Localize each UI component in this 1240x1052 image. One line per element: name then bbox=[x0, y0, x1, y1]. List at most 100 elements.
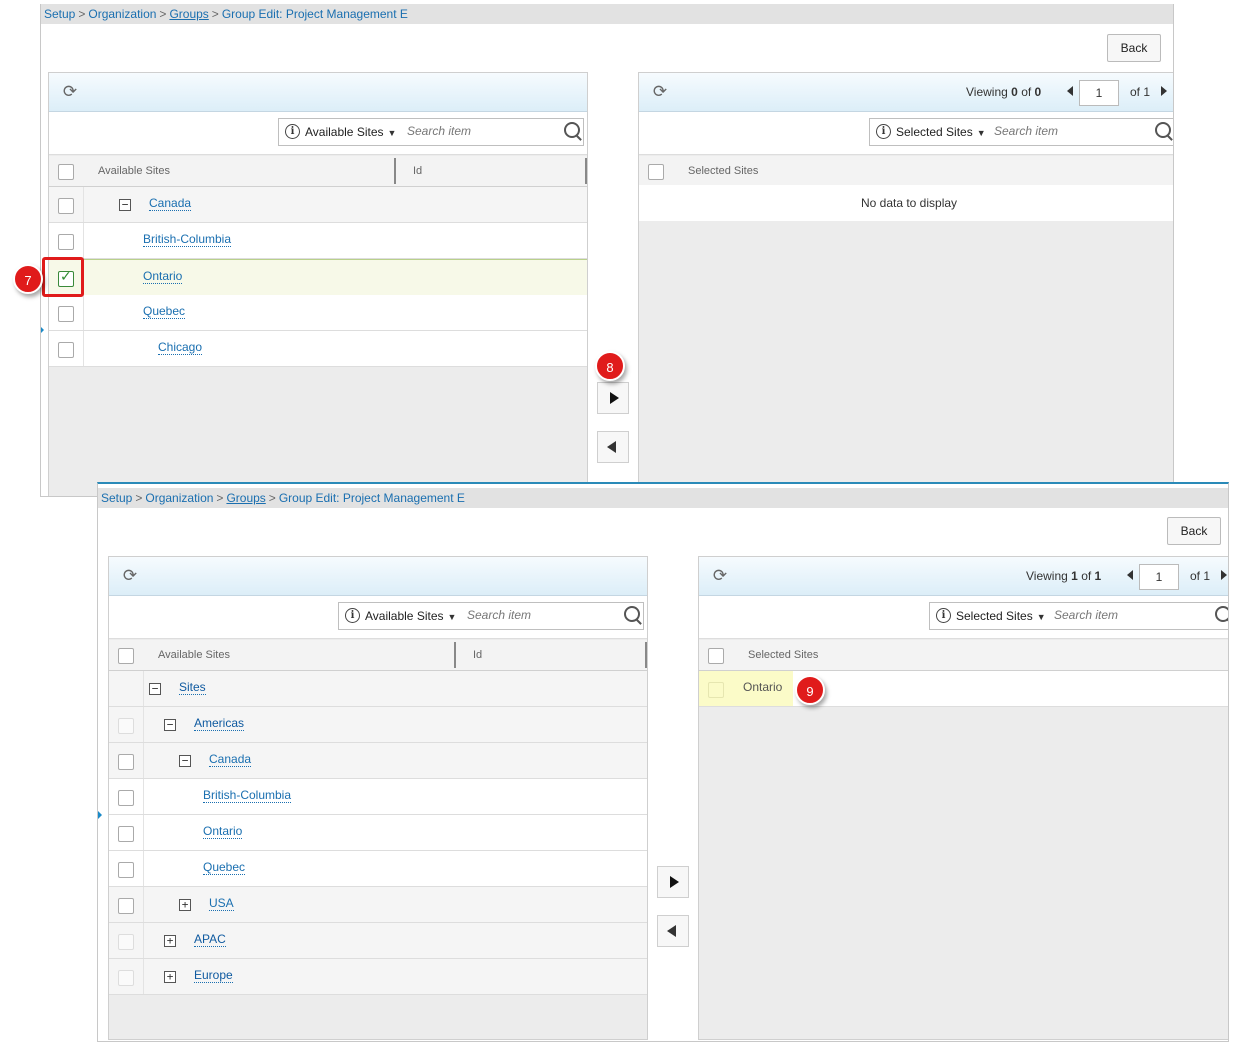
site-link-ontario[interactable]: Ontario bbox=[143, 269, 183, 284]
row-checkbox[interactable] bbox=[118, 718, 134, 734]
breadcrumb-organization[interactable]: Organization bbox=[88, 7, 156, 21]
expand-icon[interactable]: + bbox=[179, 899, 191, 911]
select-all-checkbox[interactable] bbox=[58, 164, 74, 180]
move-right-button[interactable] bbox=[597, 382, 629, 414]
column-divider[interactable] bbox=[645, 642, 647, 668]
site-link-usa[interactable]: USA bbox=[209, 896, 234, 911]
site-link-americas[interactable]: Americas bbox=[194, 716, 245, 731]
site-filter-dropdown[interactable]: Available Sites ▼ bbox=[305, 125, 396, 139]
column-divider[interactable] bbox=[394, 158, 396, 184]
breadcrumb-setup[interactable]: Setup bbox=[44, 7, 75, 21]
collapse-icon[interactable]: − bbox=[119, 199, 131, 211]
search-icon[interactable] bbox=[1155, 122, 1171, 138]
move-left-button[interactable] bbox=[657, 915, 689, 947]
breadcrumb-organization[interactable]: Organization bbox=[145, 491, 213, 505]
tree-row-ontario[interactable]: Ontario bbox=[49, 259, 587, 296]
column-available-sites[interactable]: Available Sites bbox=[158, 649, 230, 661]
column-divider[interactable] bbox=[454, 642, 456, 668]
back-button[interactable]: Back bbox=[1167, 517, 1221, 545]
site-link-british-columbia[interactable]: British-Columbia bbox=[143, 232, 232, 247]
search-icon[interactable] bbox=[1215, 606, 1228, 622]
site-link-chicago[interactable]: Chicago bbox=[158, 340, 203, 355]
row-checkbox[interactable] bbox=[58, 342, 74, 358]
tree-row-chicago[interactable]: Chicago bbox=[49, 331, 587, 367]
row-checkbox[interactable] bbox=[118, 790, 134, 806]
select-all-checkbox[interactable] bbox=[648, 164, 664, 180]
info-icon[interactable]: i bbox=[345, 608, 360, 623]
column-available-sites[interactable]: Available Sites bbox=[98, 165, 170, 177]
site-filter-dropdown[interactable]: Available Sites ▼ bbox=[365, 609, 456, 623]
tree-row-apac[interactable]: + APAC bbox=[109, 923, 647, 959]
search-icon[interactable] bbox=[564, 122, 580, 138]
column-divider[interactable] bbox=[585, 158, 587, 184]
tree-row-usa[interactable]: + USA bbox=[109, 887, 647, 923]
tree-row-british-columbia[interactable]: British-Columbia bbox=[109, 779, 647, 815]
site-link-quebec[interactable]: Quebec bbox=[143, 304, 186, 319]
select-all-checkbox[interactable] bbox=[118, 648, 134, 664]
tree-row-british-columbia[interactable]: British-Columbia bbox=[49, 223, 587, 259]
search-input[interactable] bbox=[407, 123, 557, 139]
collapse-icon[interactable]: − bbox=[149, 683, 161, 695]
search-input[interactable] bbox=[1054, 607, 1204, 623]
collapse-icon[interactable]: − bbox=[179, 755, 191, 767]
select-all-checkbox[interactable] bbox=[708, 648, 724, 664]
expand-icon[interactable]: + bbox=[164, 971, 176, 983]
site-link-canada[interactable]: Canada bbox=[209, 752, 252, 767]
selected-row-ontario[interactable]: Ontario bbox=[699, 671, 1228, 707]
tree-row-ontario[interactable]: Ontario bbox=[109, 815, 647, 851]
column-id[interactable]: Id bbox=[473, 649, 482, 661]
next-page-icon[interactable] bbox=[1161, 86, 1167, 96]
tree-row-americas[interactable]: − Americas bbox=[109, 707, 647, 743]
search-input[interactable] bbox=[467, 607, 617, 623]
side-collapse-marker[interactable] bbox=[41, 325, 44, 335]
page-number-input[interactable]: 1 bbox=[1139, 564, 1179, 590]
previous-page-icon[interactable] bbox=[1127, 570, 1133, 580]
previous-page-icon[interactable] bbox=[1067, 86, 1073, 96]
refresh-icon[interactable]: ⟳ bbox=[61, 83, 79, 101]
column-selected-sites[interactable]: Selected Sites bbox=[688, 165, 758, 177]
row-checkbox[interactable] bbox=[118, 754, 134, 770]
tree-row-canada[interactable]: − Canada bbox=[109, 743, 647, 779]
site-link-ontario[interactable]: Ontario bbox=[203, 824, 243, 839]
column-selected-sites[interactable]: Selected Sites bbox=[748, 649, 818, 661]
breadcrumb-groups[interactable]: Groups bbox=[226, 491, 265, 505]
site-filter-dropdown[interactable]: Selected Sites ▼ bbox=[956, 609, 1046, 623]
site-link-sites[interactable]: Sites bbox=[179, 680, 206, 695]
move-left-button[interactable] bbox=[597, 431, 629, 463]
side-collapse-marker[interactable] bbox=[98, 810, 102, 820]
breadcrumb-setup[interactable]: Setup bbox=[101, 491, 132, 505]
search-icon[interactable] bbox=[624, 606, 640, 622]
site-filter-dropdown[interactable]: Selected Sites ▼ bbox=[896, 125, 986, 139]
tree-row-quebec[interactable]: Quebec bbox=[49, 295, 587, 331]
site-link-apac[interactable]: APAC bbox=[194, 932, 226, 947]
row-checkbox[interactable] bbox=[58, 198, 74, 214]
next-page-icon[interactable] bbox=[1221, 570, 1227, 580]
breadcrumb-groups[interactable]: Groups bbox=[169, 7, 208, 21]
site-link-canada[interactable]: Canada bbox=[149, 196, 192, 211]
collapse-icon[interactable]: − bbox=[164, 719, 176, 731]
row-checkbox[interactable] bbox=[118, 862, 134, 878]
row-checkbox[interactable] bbox=[708, 682, 724, 698]
site-link-quebec[interactable]: Quebec bbox=[203, 860, 246, 875]
row-checkbox[interactable] bbox=[58, 234, 74, 250]
info-icon[interactable]: i bbox=[936, 608, 951, 623]
site-link-british-columbia[interactable]: British-Columbia bbox=[203, 788, 292, 803]
tree-row-sites[interactable]: − Sites bbox=[109, 671, 647, 707]
refresh-icon[interactable]: ⟳ bbox=[121, 567, 139, 585]
back-button[interactable]: Back bbox=[1107, 34, 1161, 62]
expand-icon[interactable]: + bbox=[164, 935, 176, 947]
tree-row-europe[interactable]: + Europe bbox=[109, 959, 647, 995]
tree-row-quebec[interactable]: Quebec bbox=[109, 851, 647, 887]
tree-row-canada[interactable]: − Canada bbox=[49, 187, 587, 223]
row-checkbox[interactable] bbox=[58, 306, 74, 322]
info-icon[interactable]: i bbox=[876, 124, 891, 139]
refresh-icon[interactable]: ⟳ bbox=[651, 83, 669, 101]
search-input[interactable] bbox=[994, 123, 1144, 139]
page-number-input[interactable]: 1 bbox=[1079, 80, 1119, 106]
refresh-icon[interactable]: ⟳ bbox=[711, 567, 729, 585]
column-id[interactable]: Id bbox=[413, 165, 422, 177]
move-right-button[interactable] bbox=[657, 866, 689, 898]
row-checkbox[interactable] bbox=[118, 934, 134, 950]
row-checkbox[interactable] bbox=[118, 898, 134, 914]
row-checkbox[interactable] bbox=[118, 970, 134, 986]
